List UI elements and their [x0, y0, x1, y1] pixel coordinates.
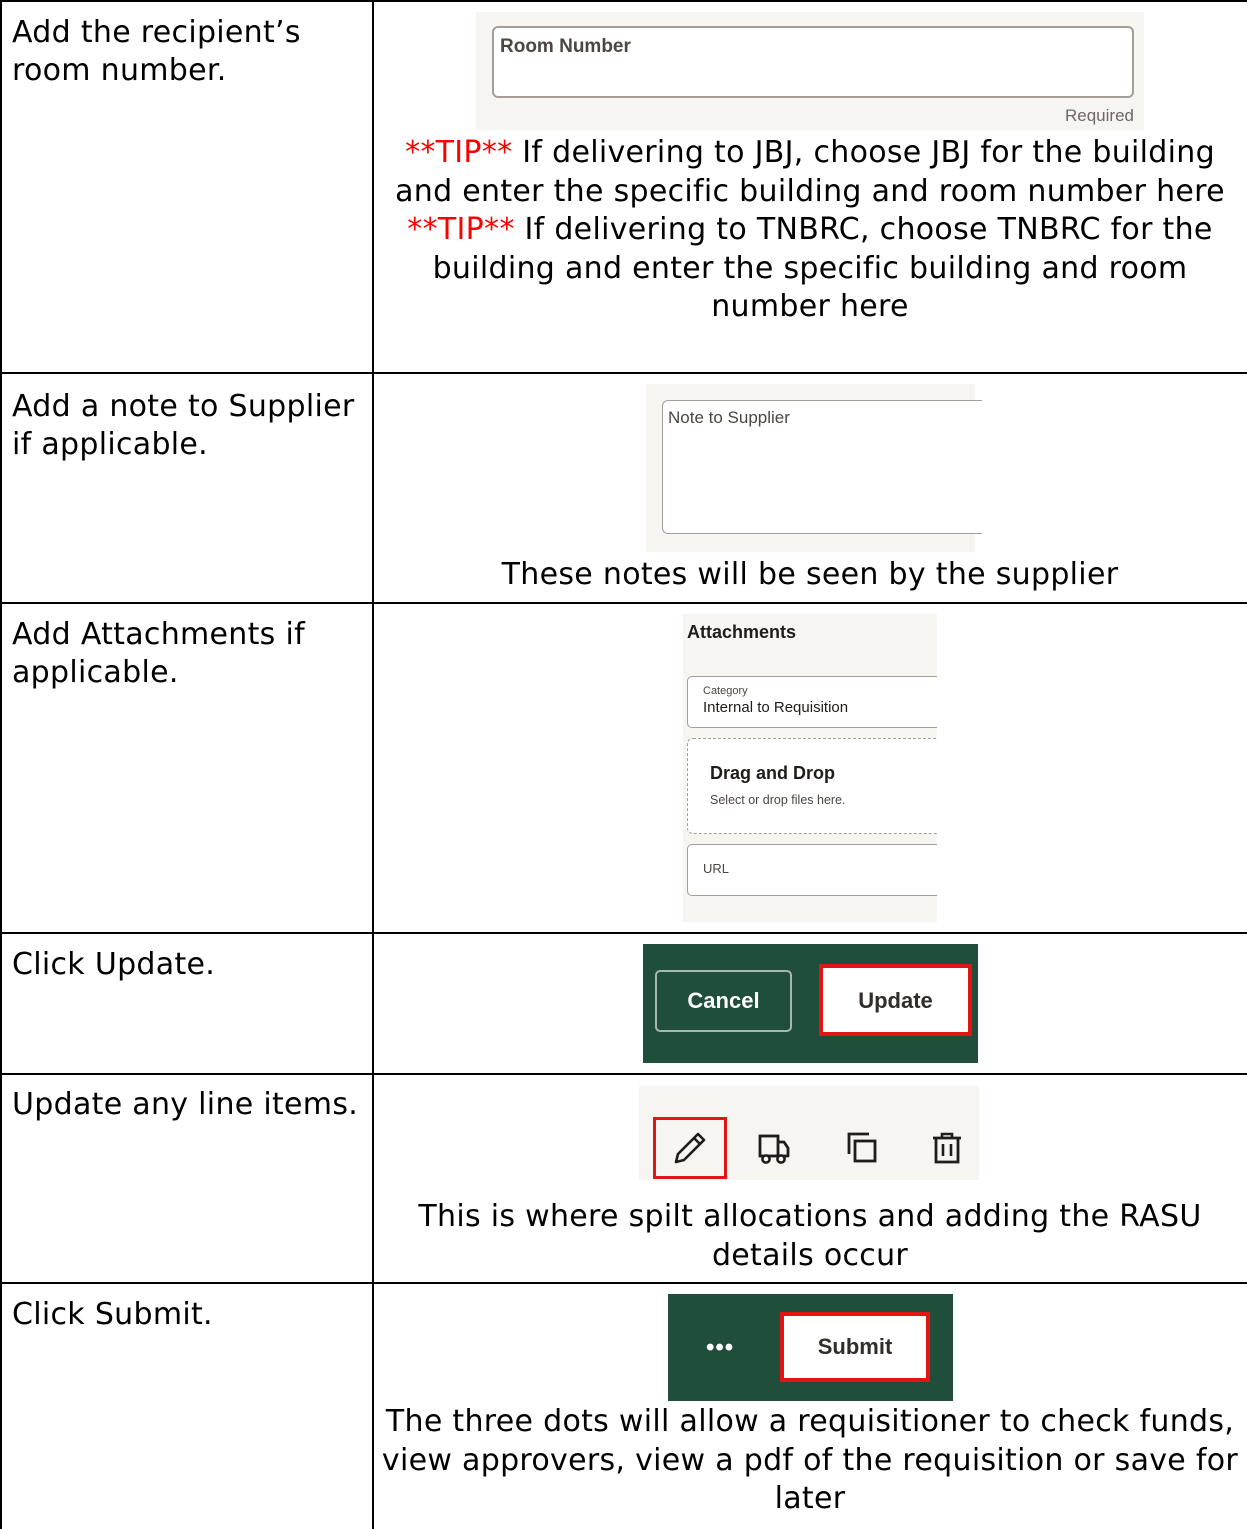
note-to-supplier-label: Note to Supplier	[668, 408, 790, 427]
room-number-label: Room Number	[500, 36, 631, 57]
submit-caption: The three dots will allow a requisitione…	[381, 1404, 1239, 1516]
drag-drop-title: Drag and Drop	[710, 763, 836, 783]
table-border-left	[0, 0, 2, 1529]
tip-text: If delivering to JBJ, choose JBJ for the…	[395, 135, 1225, 209]
tip-marker: **TIP**	[405, 135, 513, 170]
tip-paragraph: **TIP** If delivering to TNBRC, choose T…	[375, 211, 1245, 327]
step-text: Add the recipient’s room number.	[12, 15, 301, 88]
submit-bar-screenshot: ••• Submit	[668, 1294, 953, 1401]
tip-caption: **TIP** If delivering to JBJ, choose JBJ…	[375, 134, 1245, 327]
pencil-icon[interactable]	[658, 1116, 722, 1180]
category-select[interactable]: Category Internal to Requisition	[687, 676, 937, 728]
row-divider	[0, 1073, 1247, 1075]
note-caption: These notes will be seen by the supplier	[501, 557, 1119, 592]
update-bar-screenshot: Cancel Update	[643, 944, 978, 1063]
submit-button[interactable]: Submit	[780, 1312, 930, 1382]
attachments-screenshot: Attachments Category Internal to Requisi…	[683, 614, 937, 922]
step-text: Click Submit.	[12, 1297, 213, 1332]
drag-drop-subtitle: Select or drop files here.	[710, 793, 846, 807]
line-item-actions-screenshot	[639, 1086, 979, 1180]
trash-icon[interactable]	[915, 1116, 979, 1180]
url-field[interactable]: URL	[687, 844, 937, 896]
attachments-title: Attachments	[687, 622, 797, 642]
copy-icon[interactable]	[829, 1116, 893, 1180]
more-actions-button[interactable]: •••	[706, 1334, 734, 1362]
url-label: URL	[703, 861, 730, 876]
room-number-screenshot: Room Number Required	[476, 12, 1144, 130]
tip-marker: **TIP**	[407, 212, 515, 247]
table-border-top	[0, 0, 1247, 2]
row-divider	[0, 602, 1247, 604]
update-button[interactable]: Update	[819, 964, 972, 1036]
drag-drop-zone[interactable]: Drag and Drop Select or drop files here.	[687, 738, 937, 834]
required-label: Required	[1065, 106, 1134, 125]
table-column-divider	[372, 0, 374, 1529]
tip-text: If delivering to TNBRC, choose TNBRC for…	[432, 212, 1213, 324]
category-value: Internal to Requisition	[703, 699, 849, 716]
update-button-label: Update	[858, 988, 933, 1013]
tip-paragraph: **TIP** If delivering to JBJ, choose JBJ…	[375, 134, 1245, 211]
row-divider	[0, 372, 1247, 374]
submit-button-label: Submit	[817, 1334, 893, 1359]
truck-icon[interactable]	[742, 1116, 806, 1180]
row-divider	[0, 932, 1247, 934]
step-text: Add a note to Supplier if applicable.	[12, 389, 355, 462]
note-to-supplier-screenshot: Note to Supplier	[646, 384, 982, 552]
step-text: Click Update.	[12, 947, 216, 982]
step-text: Update any line items.	[12, 1087, 359, 1122]
line-items-caption: This is where spilt allocations and addi…	[418, 1199, 1202, 1273]
category-label: Category	[703, 685, 748, 697]
row-divider	[0, 1282, 1247, 1284]
step-text: Add Attachments if applicable.	[12, 617, 305, 690]
cancel-button[interactable]: Cancel	[655, 970, 792, 1032]
